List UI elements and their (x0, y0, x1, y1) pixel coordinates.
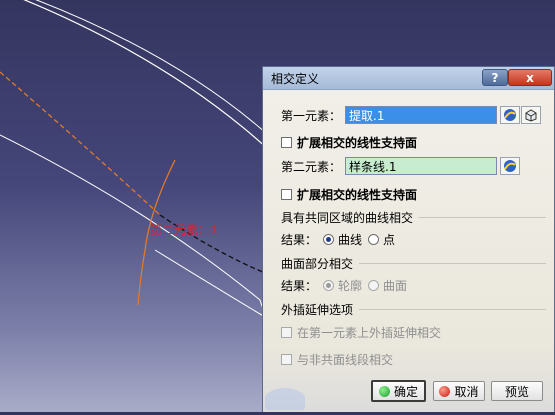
section-divider (419, 217, 546, 218)
result-label: 结果： (281, 233, 318, 247)
globe-decoration-icon (265, 388, 305, 410)
extrapolate-first-checkbox[interactable] (281, 327, 292, 338)
curve-result-row: 结果： 曲线 点 (281, 231, 395, 248)
result-curve-radio[interactable] (323, 234, 335, 245)
cube-icon[interactable] (521, 106, 542, 124)
extrapolation-heading: 外插延伸选项 (281, 303, 354, 317)
extend-support-1-label: 扩展相交的线性支持面 (297, 136, 418, 150)
result-contour-radio[interactable] (323, 280, 335, 291)
extrapolate-first-row: 在第一元素上外插延伸相交 (281, 324, 441, 341)
cancel-button[interactable]: 取消 (433, 381, 485, 401)
first-element-label: 第一元素： (281, 108, 342, 123)
surface-result-row: 结果： 轮廓 曲面 (281, 277, 407, 294)
extracted-curve-orange (0, 71, 161, 216)
surface-edge-upper-inner (35, 0, 296, 161)
extend-support-2-label: 扩展相交的线性支持面 (297, 188, 418, 202)
extend-support-1-checkbox[interactable] (281, 137, 292, 148)
close-button[interactable]: x (508, 69, 552, 86)
ok-icon (378, 385, 390, 397)
non-coplanar-checkbox[interactable] (281, 354, 292, 365)
result-contour-label: 轮廓 (338, 279, 363, 293)
dialog-content: 第一元素： 提取.1 扩展相交的线性支持面 第二元素： 样条线.1 扩展相交的线… (263, 90, 554, 412)
extend-support-1-row: 扩展相交的线性支持面 (281, 134, 417, 151)
second-element-field[interactable]: 样条线.1 (345, 157, 498, 175)
dialog-title: 相交定义 (271, 71, 320, 86)
result-surface-label: 曲面 (383, 279, 408, 293)
intersection-definition-dialog: 相交定义 ? x 第一元素： 提取.1 扩展相交的线性支持面 第二元素： 样条线… (262, 66, 555, 412)
first-element-row: 第一元素： 提取.1 (281, 106, 542, 124)
result-point-radio[interactable] (368, 234, 380, 245)
extract-tool-icon[interactable] (500, 106, 521, 124)
surface-part-heading: 曲面部分相交 (281, 257, 354, 271)
result-surface-radio[interactable] (368, 280, 380, 291)
cancel-icon (439, 385, 451, 397)
help-button[interactable]: ? (482, 69, 508, 86)
extrapolate-first-label: 在第一元素上外插延伸相交 (297, 326, 442, 340)
curve-common-area-section: 具有共同区域的曲线相交 (281, 209, 546, 226)
result-label: 结果： (281, 279, 318, 293)
first-element-field[interactable]: 提取.1 (345, 106, 498, 124)
non-coplanar-row: 与非共面线段相交 (281, 351, 393, 368)
dialog-titlebar[interactable]: 相交定义 ? x (263, 67, 554, 90)
second-element-row: 第二元素： 样条线.1 (281, 157, 521, 175)
surface-edge-lower (0, 134, 271, 331)
ok-button-label: 确定 (393, 384, 418, 399)
ok-button[interactable]: 确定 (371, 380, 426, 402)
surface-edge-lower-2 (154, 249, 271, 321)
result-point-label: 点 (383, 233, 396, 247)
extend-support-2-checkbox[interactable] (281, 189, 292, 200)
non-coplanar-label: 与非共面线段相交 (297, 353, 394, 367)
curve-icon (504, 109, 517, 121)
surface-part-section: 曲面部分相交 (281, 255, 546, 272)
section-divider (359, 263, 546, 264)
preview-button[interactable]: 预览 (491, 381, 543, 401)
section-divider (359, 309, 546, 310)
result-curve-label: 曲线 (338, 233, 363, 247)
curve-tool-icon[interactable] (500, 157, 521, 175)
cancel-button-label: 取消 (454, 384, 479, 399)
curve-annotation-label: 第二元素：1 (150, 223, 218, 237)
extrapolation-section: 外插延伸选项 (281, 301, 546, 318)
second-element-label: 第二元素： (281, 159, 342, 174)
extend-support-2-row: 扩展相交的线性支持面 (281, 186, 417, 203)
curve-common-area-heading: 具有共同区域的曲线相交 (281, 211, 414, 225)
